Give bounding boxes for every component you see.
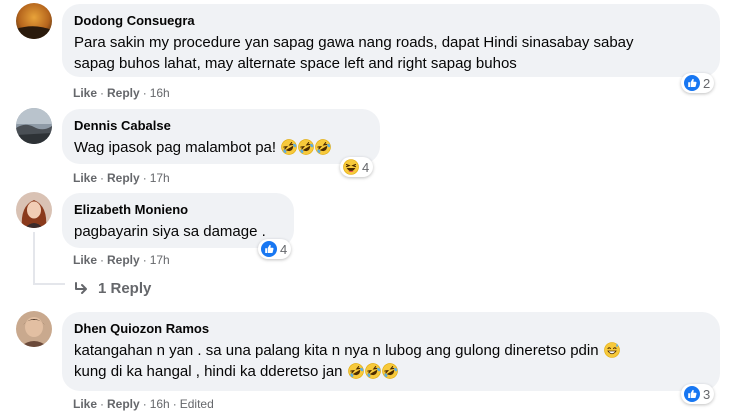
reaction-count: 4 [280, 241, 288, 257]
like-icon [684, 75, 700, 91]
rofl-emoji-icon [347, 363, 364, 379]
comment-text: katangahan n yan . sa una palang kita n … [74, 340, 708, 361]
edited-label[interactable]: Edited [180, 397, 214, 411]
view-replies-label[interactable]: 1 Reply [98, 280, 151, 297]
haha-icon [343, 159, 359, 175]
rofl-emoji-icon [315, 139, 332, 155]
comment-actions: Like · Reply · 17h [73, 171, 170, 185]
reply-button[interactable]: Reply [107, 86, 140, 100]
reply-button[interactable]: Reply [107, 171, 140, 185]
reaction-summary[interactable]: 4 [340, 157, 374, 177]
avatar[interactable] [16, 192, 52, 228]
rofl-emoji-icon [281, 139, 298, 155]
comment-actions: Like · Reply · 16h [73, 86, 170, 100]
comment-text: kung di ka hangal , hindi ka dderetso ja… [74, 361, 708, 382]
comment-bubble: Elizabeth Monieno pagbayarin siya sa dam… [62, 193, 294, 248]
like-button[interactable]: Like [73, 86, 97, 100]
comment-bubble: Dodong Consuegra Para sakin my procedure… [62, 4, 720, 77]
like-button[interactable]: Like [73, 253, 97, 267]
comment-time[interactable]: 17h [150, 253, 170, 267]
like-icon [261, 241, 277, 257]
comment-text: Para sakin my procedure yan sapag gawa n… [74, 34, 634, 51]
reaction-count: 4 [362, 159, 370, 175]
reaction-count: 3 [703, 386, 711, 402]
reply-button[interactable]: Reply [107, 397, 140, 411]
reply-button[interactable]: Reply [107, 253, 140, 267]
comment-author[interactable]: Dennis Cabalse [74, 117, 368, 134]
comment-time[interactable]: 16h [150, 397, 170, 411]
view-replies-link[interactable]: 1 Reply [74, 280, 151, 297]
avatar[interactable] [16, 3, 52, 39]
comment-text: Wag ipasok pag malambot pa! [74, 137, 368, 158]
comment-actions: Like · Reply · 16h · Edited [73, 397, 214, 411]
reaction-count: 2 [703, 75, 711, 91]
reaction-summary[interactable]: 3 [681, 384, 715, 404]
comment-time[interactable]: 16h [150, 86, 170, 100]
thread-line [33, 232, 35, 284]
like-icon [684, 386, 700, 402]
comment-bubble: Dennis Cabalse Wag ipasok pag malambot p… [62, 109, 380, 164]
rofl-emoji-icon [298, 139, 315, 155]
reply-arrow-icon [75, 281, 87, 294]
comment-bubble: Dhen Quiozon Ramos katangahan n yan . sa… [62, 312, 720, 391]
grin-sweat-emoji-icon [603, 342, 620, 358]
like-button[interactable]: Like [73, 171, 97, 185]
avatar[interactable] [16, 108, 52, 144]
comment-time[interactable]: 17h [150, 171, 170, 185]
comment-author[interactable]: Elizabeth Monieno [74, 201, 282, 218]
thread-line [33, 283, 65, 285]
comment-author[interactable]: Dodong Consuegra [74, 12, 708, 29]
comment-author[interactable]: Dhen Quiozon Ramos [74, 320, 708, 337]
avatar[interactable] [16, 311, 52, 347]
like-button[interactable]: Like [73, 397, 97, 411]
rofl-emoji-icon [381, 363, 398, 379]
comment-actions: Like · Reply · 17h [73, 253, 170, 267]
rofl-emoji-icon [364, 363, 381, 379]
comment-text: sapag buhos lahat, may alternate space l… [74, 55, 517, 72]
reaction-summary[interactable]: 4 [258, 239, 292, 259]
reaction-summary[interactable]: 2 [681, 73, 715, 93]
comment-text: pagbayarin siya sa damage . [74, 223, 266, 240]
